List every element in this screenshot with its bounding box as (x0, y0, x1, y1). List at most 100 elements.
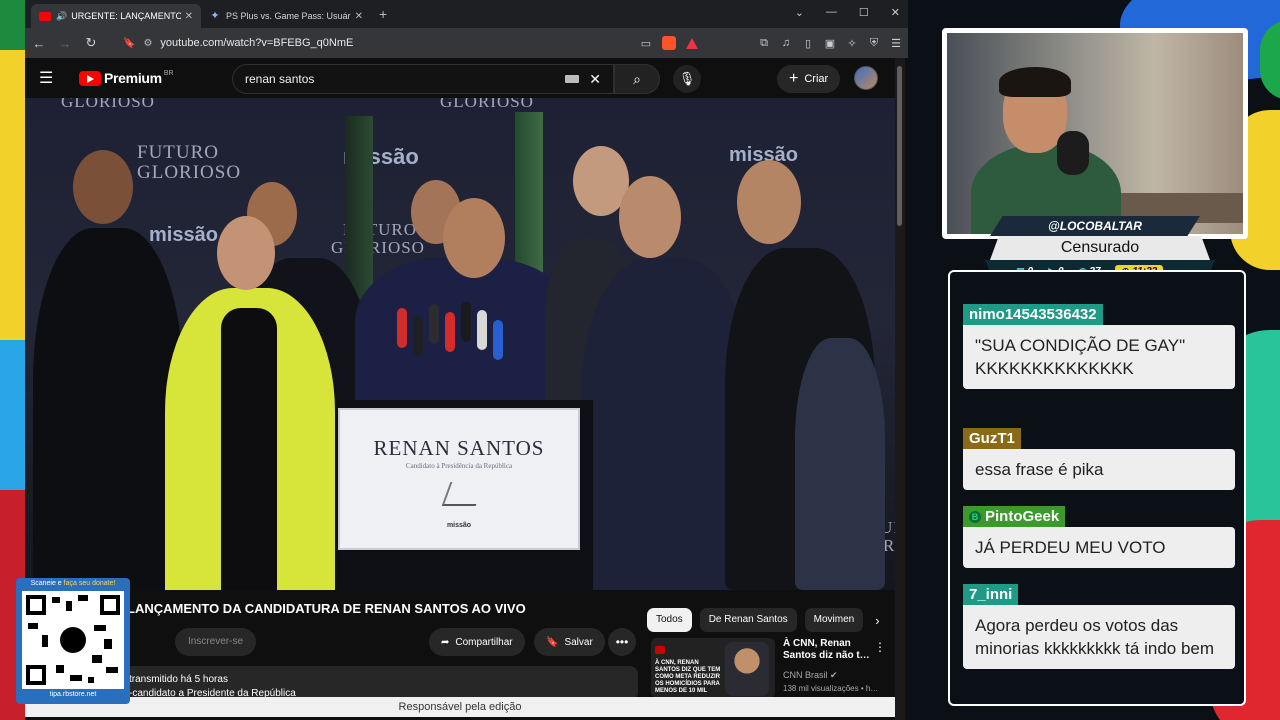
person (795, 338, 885, 590)
channel-name: CNN Brasil (783, 670, 828, 680)
menu-icon[interactable]: ☰ (890, 37, 902, 50)
keyboard-icon[interactable] (565, 75, 580, 83)
avatar[interactable] (854, 66, 878, 90)
cnn-logo-icon (655, 646, 665, 654)
extensions-icon[interactable]: ⧉ (758, 37, 770, 50)
qr-code (22, 591, 124, 689)
stream-deco-green (0, 0, 28, 50)
create-button[interactable]: + Criar (777, 65, 841, 93)
cast-icon[interactable]: ▭ (640, 37, 652, 50)
edit-caption-bar: Responsável pela edição (25, 697, 895, 717)
backdrop-text: GLORIOSO (61, 98, 155, 111)
podium-name: RENAN SANTOS (373, 436, 545, 460)
brave-rewards-icon[interactable] (686, 37, 698, 49)
qr-finder (26, 595, 46, 615)
share-label: Compartilhar (455, 636, 513, 648)
back-icon[interactable]: ← (31, 36, 47, 51)
new-tab-icon[interactable]: + (379, 6, 387, 22)
hamburger-menu-icon[interactable]: ☰ (39, 68, 63, 88)
voice-search-button[interactable]: 🎙 (673, 65, 701, 93)
video-title: LANÇAMENTO DA CANDIDATURA DE RENAN SANTO… (127, 601, 526, 616)
chat-text: essa frase é pika (963, 449, 1235, 490)
podium-subtitle: Candidato à Presidência da República (405, 462, 513, 470)
chat-message: 7_inni Agora perdeu os votos das minoria… (963, 584, 1235, 669)
microphone (461, 302, 471, 342)
bookmark-icon[interactable]: 🔖 (123, 38, 135, 49)
wallet-icon[interactable]: ▣ (824, 37, 836, 50)
backdrop-brand: missão (149, 224, 218, 246)
tab-youtube[interactable]: 🔊 URGENTE: LANÇAMENTO DA CANDI ✕ (31, 4, 201, 28)
qr-header-highlight: faça seu donate! (63, 580, 116, 587)
person (33, 228, 183, 590)
reload-icon[interactable]: ↻ (83, 35, 99, 51)
vpn-icon[interactable]: ⛨ (868, 37, 880, 50)
address-bar-tools: ▭ ⧉ ♫ ▯ ▣ ✧ ⛨ ☰ (640, 36, 902, 50)
person-head (737, 160, 801, 244)
subscribe-button[interactable]: Inscrever-se (175, 628, 257, 656)
chat-text: "SUA CONDIÇÃO DE GAY" KKKKKKKKKKKKKK (963, 325, 1235, 389)
search-value: renan santos (245, 72, 315, 86)
verified-icon: ✔ (830, 670, 838, 680)
chip-channel[interactable]: De Renan Santos (699, 608, 797, 632)
chevron-right-icon[interactable]: › (875, 613, 879, 628)
microphone (413, 316, 423, 356)
thumbnail-face (725, 642, 769, 696)
tab-label: URGENTE: LANÇAMENTO DA CANDI (71, 11, 181, 21)
recommended-channel[interactable]: CNN Brasil ✔ (783, 670, 838, 681)
maximize-icon[interactable]: ☐ (859, 6, 869, 19)
description-box[interactable]: transmitido há 5 horas -candidato a Pres… (125, 666, 638, 700)
speaker-icon[interactable]: 🔊 (56, 11, 67, 22)
search-icon: ⌕ (633, 71, 641, 87)
person-head (217, 216, 275, 290)
podium-logo: missão (446, 522, 472, 529)
scrollbar-thumb[interactable] (897, 66, 902, 226)
video-player[interactable]: GLORIOSO GLORIOSO FUTURO GLORIOSO FUTURO… (25, 98, 895, 590)
microphone (493, 320, 503, 360)
minimize-icon[interactable]: — (826, 6, 837, 19)
media-icon[interactable]: ♫ (780, 37, 792, 49)
share-button[interactable]: ➦ Compartilhar (429, 628, 525, 656)
tab-gemini[interactable]: ✦ PS Plus vs. Game Pass: Usuários Ativos… (201, 4, 371, 28)
recommended-video[interactable]: À CNN, RENAN SANTOS DIZ QUE TEM COMO MET… (651, 638, 886, 698)
youtube-logo[interactable]: Premium BR (79, 70, 174, 86)
brave-shields-icon[interactable] (662, 36, 676, 50)
stream-deco-blue (0, 340, 28, 490)
clear-search-icon[interactable]: ✕ (589, 71, 601, 88)
recommended-title[interactable]: À CNN, Renan Santos diz não t… (783, 638, 871, 662)
forward-icon[interactable]: → (57, 36, 73, 51)
url-field[interactable]: 🔖 ⚙ youtube.com/watch?v=BFEBG_q0NmE (123, 31, 593, 55)
person-head (443, 198, 505, 278)
chip-all[interactable]: Todos (647, 608, 692, 632)
search-button[interactable]: ⌕ (614, 64, 660, 94)
backdrop-text: GLORIOSO (137, 162, 242, 183)
chip-more[interactable]: Movimen (804, 608, 864, 632)
page-scrollbar[interactable] (895, 58, 905, 720)
person (221, 308, 277, 590)
bits-badge-icon: B (969, 511, 981, 523)
youtube-favicon-icon (39, 11, 51, 21)
chat-username: 7_inni (963, 584, 1019, 605)
microphone (477, 310, 487, 350)
site-settings-icon[interactable]: ⚙ (143, 38, 152, 49)
leo-icon[interactable]: ✧ (846, 37, 858, 50)
tab-search-icon[interactable]: ⌄ (795, 6, 804, 19)
microphone (397, 308, 407, 348)
podium-panel: RENAN SANTOS Candidato à Presidência da … (338, 408, 580, 550)
save-label: Salvar (564, 636, 593, 648)
chat-message: B PintoGeek JÁ PERDEU MEU VOTO (963, 506, 1235, 568)
kebab-menu-icon[interactable]: ⋮ (874, 640, 886, 654)
qr-donate-card: Scaneie e faça seu donate! tipa.rbstore.… (16, 578, 130, 704)
close-tab-icon[interactable]: ✕ (355, 11, 363, 22)
chat-message: GuzT1 essa frase é pika (963, 428, 1235, 490)
close-window-icon[interactable]: ✕ (891, 6, 900, 19)
recommended-thumbnail[interactable]: À CNN, RENAN SANTOS DIZ QUE TEM COMO MET… (651, 638, 775, 698)
chat-username: GuzT1 (963, 428, 1021, 449)
save-button[interactable]: 🔖 Salvar (534, 628, 605, 656)
close-tab-icon[interactable]: ✕ (185, 11, 193, 22)
plus-icon: + (789, 70, 799, 87)
search-input[interactable]: renan santos ✕ (232, 64, 614, 94)
tab-bar: 🔊 URGENTE: LANÇAMENTO DA CANDI ✕ ✦ PS Pl… (25, 0, 908, 28)
sidebar-icon[interactable]: ▯ (802, 37, 814, 50)
microphone-icon: 🎙 (678, 71, 696, 86)
more-actions-button[interactable]: ••• (608, 628, 636, 656)
